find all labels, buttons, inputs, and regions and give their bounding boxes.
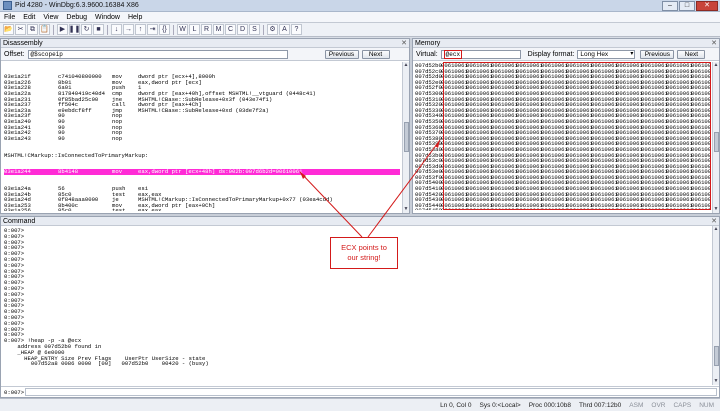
arrow-to-memory	[367, 139, 441, 238]
status-caps: CAPS	[673, 401, 692, 409]
status-proc: Proc 000:10b8	[528, 401, 571, 409]
status-asm: ASM	[629, 401, 644, 409]
status-sys: Sys 0:<Local>	[479, 401, 521, 409]
status-thrd: Thrd 007:12b0	[579, 401, 622, 409]
callout-line-1: ECX points to	[341, 243, 387, 252]
arrow-to-disassembly	[299, 171, 363, 238]
status-num: NUM	[699, 401, 714, 409]
callout-line-2: our string!	[347, 253, 381, 262]
annotation-arrows	[299, 139, 441, 238]
status-ovr: OVR	[651, 401, 666, 409]
annotation-callout: ECX points to our string!	[330, 237, 398, 269]
arrowhead-memory	[435, 140, 440, 148]
status-ln-col: Ln 0, Col 0	[440, 401, 472, 409]
status-bar: Ln 0, Col 0 Sys 0:<Local> Proc 000:10b8 …	[0, 398, 720, 411]
